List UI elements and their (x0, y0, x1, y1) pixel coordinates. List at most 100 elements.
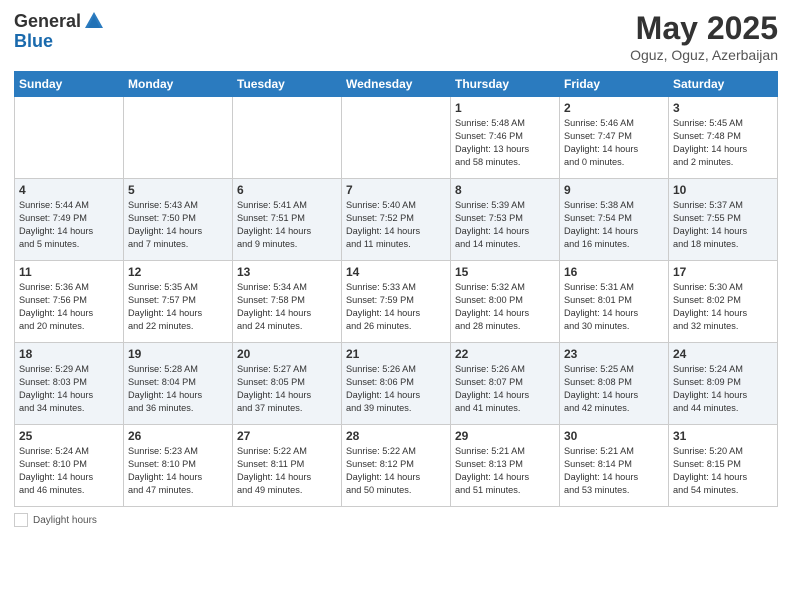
day-number: 15 (455, 265, 555, 279)
day-number: 29 (455, 429, 555, 443)
title-block: May 2025 Oguz, Oguz, Azerbaijan (630, 10, 778, 63)
calendar-cell: 24 Sunrise: 5:24 AM Sunset: 8:09 PM Dayli… (669, 343, 778, 425)
page: General Blue May 2025 Oguz, Oguz, Azerba… (0, 0, 792, 612)
week-row-3: 18 Sunrise: 5:29 AM Sunset: 8:03 PM Dayli… (15, 343, 778, 425)
day-number: 25 (19, 429, 119, 443)
day-info: Sunrise: 5:46 AM Sunset: 7:47 PM Dayligh… (564, 117, 664, 169)
day-number: 9 (564, 183, 664, 197)
day-info: Sunrise: 5:33 AM Sunset: 7:59 PM Dayligh… (346, 281, 446, 333)
day-info: Sunrise: 5:48 AM Sunset: 7:46 PM Dayligh… (455, 117, 555, 169)
weekday-header-wednesday: Wednesday (342, 72, 451, 97)
weekday-header-saturday: Saturday (669, 72, 778, 97)
title-location: Oguz, Oguz, Azerbaijan (630, 47, 778, 63)
day-info: Sunrise: 5:21 AM Sunset: 8:14 PM Dayligh… (564, 445, 664, 497)
day-number: 7 (346, 183, 446, 197)
day-number: 31 (673, 429, 773, 443)
calendar-cell: 22 Sunrise: 5:26 AM Sunset: 8:07 PM Dayli… (451, 343, 560, 425)
day-info: Sunrise: 5:32 AM Sunset: 8:00 PM Dayligh… (455, 281, 555, 333)
weekday-header-sunday: Sunday (15, 72, 124, 97)
day-number: 23 (564, 347, 664, 361)
calendar-cell: 16 Sunrise: 5:31 AM Sunset: 8:01 PM Dayli… (560, 261, 669, 343)
day-info: Sunrise: 5:24 AM Sunset: 8:09 PM Dayligh… (673, 363, 773, 415)
day-number: 16 (564, 265, 664, 279)
day-info: Sunrise: 5:29 AM Sunset: 8:03 PM Dayligh… (19, 363, 119, 415)
daylight-box (14, 513, 28, 527)
logo: General Blue (14, 10, 105, 50)
day-number: 6 (237, 183, 337, 197)
calendar-cell: 28Sunrise: 5:22 AM Sunset: 8:12 PM Dayli… (342, 425, 451, 507)
day-number: 26 (128, 429, 228, 443)
day-info: Sunrise: 5:26 AM Sunset: 8:06 PM Dayligh… (346, 363, 446, 415)
day-info: Sunrise: 5:45 AM Sunset: 7:48 PM Dayligh… (673, 117, 773, 169)
title-month: May 2025 (630, 10, 778, 47)
calendar-cell: 31Sunrise: 5:20 AM Sunset: 8:15 PM Dayli… (669, 425, 778, 507)
day-number: 18 (19, 347, 119, 361)
day-number: 28 (346, 429, 446, 443)
calendar-cell: 21 Sunrise: 5:26 AM Sunset: 8:06 PM Dayli… (342, 343, 451, 425)
calendar-cell (124, 97, 233, 179)
weekday-header-thursday: Thursday (451, 72, 560, 97)
calendar-table: SundayMondayTuesdayWednesdayThursdayFrid… (14, 71, 778, 507)
day-info: Sunrise: 5:31 AM Sunset: 8:01 PM Dayligh… (564, 281, 664, 333)
day-number: 11 (19, 265, 119, 279)
day-number: 17 (673, 265, 773, 279)
day-number: 12 (128, 265, 228, 279)
logo-icon (83, 10, 105, 32)
calendar-cell: 14 Sunrise: 5:33 AM Sunset: 7:59 PM Dayli… (342, 261, 451, 343)
logo-text: General Blue (14, 10, 105, 50)
day-number: 4 (19, 183, 119, 197)
day-number: 27 (237, 429, 337, 443)
day-number: 10 (673, 183, 773, 197)
day-info: Sunrise: 5:44 AM Sunset: 7:49 PM Dayligh… (19, 199, 119, 251)
calendar-cell: 1 Sunrise: 5:48 AM Sunset: 7:46 PM Daylig… (451, 97, 560, 179)
day-number: 22 (455, 347, 555, 361)
day-info: Sunrise: 5:26 AM Sunset: 8:07 PM Dayligh… (455, 363, 555, 415)
header: General Blue May 2025 Oguz, Oguz, Azerba… (14, 10, 778, 63)
day-number: 19 (128, 347, 228, 361)
calendar-cell: 18 Sunrise: 5:29 AM Sunset: 8:03 PM Dayli… (15, 343, 124, 425)
day-info: Sunrise: 5:21 AM Sunset: 8:13 PM Dayligh… (455, 445, 555, 497)
footer: Daylight hours (14, 513, 778, 527)
day-info: Sunrise: 5:30 AM Sunset: 8:02 PM Dayligh… (673, 281, 773, 333)
day-number: 24 (673, 347, 773, 361)
day-info: Sunrise: 5:39 AM Sunset: 7:53 PM Dayligh… (455, 199, 555, 251)
day-info: Sunrise: 5:34 AM Sunset: 7:58 PM Dayligh… (237, 281, 337, 333)
week-row-4: 25Sunrise: 5:24 AM Sunset: 8:10 PM Dayli… (15, 425, 778, 507)
day-info: Sunrise: 5:22 AM Sunset: 8:11 PM Dayligh… (237, 445, 337, 497)
calendar-cell: 4 Sunrise: 5:44 AM Sunset: 7:49 PM Daylig… (15, 179, 124, 261)
day-number: 30 (564, 429, 664, 443)
day-info: Sunrise: 5:35 AM Sunset: 7:57 PM Dayligh… (128, 281, 228, 333)
calendar-cell: 29 Sunrise: 5:21 AM Sunset: 8:13 PM Dayli… (451, 425, 560, 507)
day-info: Sunrise: 5:27 AM Sunset: 8:05 PM Dayligh… (237, 363, 337, 415)
day-info: Sunrise: 5:40 AM Sunset: 7:52 PM Dayligh… (346, 199, 446, 251)
calendar-cell: 10 Sunrise: 5:37 AM Sunset: 7:55 PM Dayli… (669, 179, 778, 261)
calendar-cell: 6 Sunrise: 5:41 AM Sunset: 7:51 PM Daylig… (233, 179, 342, 261)
calendar-cell: 15 Sunrise: 5:32 AM Sunset: 8:00 PM Dayli… (451, 261, 560, 343)
calendar-cell: 11Sunrise: 5:36 AM Sunset: 7:56 PM Dayli… (15, 261, 124, 343)
calendar-cell: 12 Sunrise: 5:35 AM Sunset: 7:57 PM Dayli… (124, 261, 233, 343)
calendar-cell: 17 Sunrise: 5:30 AM Sunset: 8:02 PM Dayli… (669, 261, 778, 343)
day-info: Sunrise: 5:41 AM Sunset: 7:51 PM Dayligh… (237, 199, 337, 251)
weekday-header-monday: Monday (124, 72, 233, 97)
daylight-label: Daylight hours (33, 515, 97, 526)
calendar-cell: 19Sunrise: 5:28 AM Sunset: 8:04 PM Dayli… (124, 343, 233, 425)
day-info: Sunrise: 5:23 AM Sunset: 8:10 PM Dayligh… (128, 445, 228, 497)
day-number: 3 (673, 101, 773, 115)
logo-general: General (14, 12, 81, 30)
day-number: 5 (128, 183, 228, 197)
day-info: Sunrise: 5:37 AM Sunset: 7:55 PM Dayligh… (673, 199, 773, 251)
day-number: 21 (346, 347, 446, 361)
week-row-1: 4 Sunrise: 5:44 AM Sunset: 7:49 PM Daylig… (15, 179, 778, 261)
week-row-0: 1 Sunrise: 5:48 AM Sunset: 7:46 PM Daylig… (15, 97, 778, 179)
calendar-cell: 8Sunrise: 5:39 AM Sunset: 7:53 PM Daylig… (451, 179, 560, 261)
calendar-cell (15, 97, 124, 179)
calendar-cell: 26 Sunrise: 5:23 AM Sunset: 8:10 PM Dayli… (124, 425, 233, 507)
calendar-cell: 30 Sunrise: 5:21 AM Sunset: 8:14 PM Dayli… (560, 425, 669, 507)
calendar-cell: 9Sunrise: 5:38 AM Sunset: 7:54 PM Daylig… (560, 179, 669, 261)
day-number: 1 (455, 101, 555, 115)
calendar-cell: 5Sunrise: 5:43 AM Sunset: 7:50 PM Daylig… (124, 179, 233, 261)
calendar-cell: 7 Sunrise: 5:40 AM Sunset: 7:52 PM Daylig… (342, 179, 451, 261)
day-number: 14 (346, 265, 446, 279)
calendar-cell: 3 Sunrise: 5:45 AM Sunset: 7:48 PM Daylig… (669, 97, 778, 179)
weekday-header-tuesday: Tuesday (233, 72, 342, 97)
